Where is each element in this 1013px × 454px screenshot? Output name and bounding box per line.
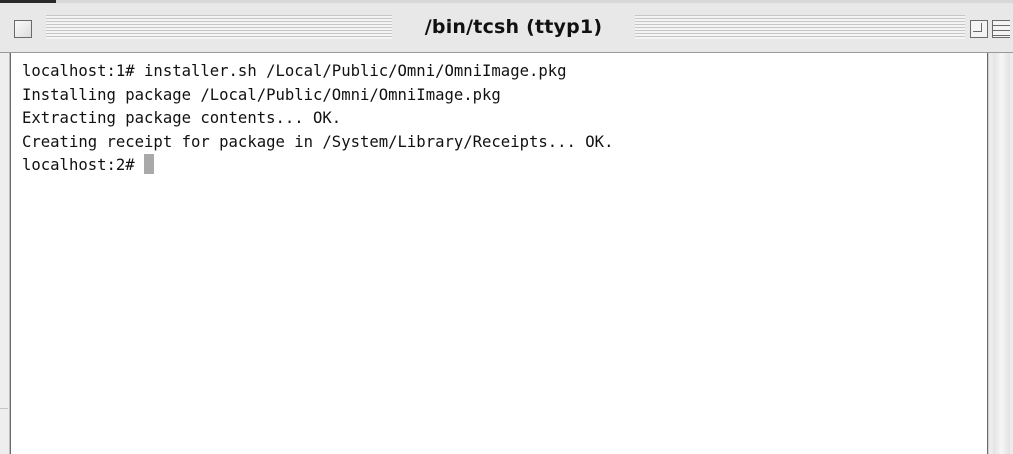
close-box-icon[interactable] — [14, 20, 32, 38]
text-cursor-block — [143, 154, 154, 174]
collapse-box-icon[interactable] — [992, 20, 1010, 38]
window-title: /bin/tcsh (ttyp1) — [392, 13, 635, 41]
title-bar-stripes-left — [46, 15, 392, 39]
terminal-prompt: localhost:2# — [22, 156, 135, 174]
terminal-line: localhost:1# installer.sh /Local/Public/… — [22, 62, 567, 80]
title-bar-stripes-right — [635, 15, 965, 39]
title-bar[interactable]: /bin/tcsh (ttyp1) — [0, 3, 1013, 53]
terminal-window: /bin/tcsh (ttyp1) localhost:1# installer… — [0, 0, 1013, 454]
terminal-line: Creating receipt for package in /System/… — [22, 132, 614, 151]
terminal-line: Installing package /Local/Public/Omni/Om… — [22, 85, 501, 104]
terminal-line: Extracting package contents... OK. — [22, 109, 342, 127]
vertical-scrollbar[interactable] — [988, 53, 1013, 454]
zoom-box-icon[interactable] — [970, 20, 988, 38]
window-left-frame — [0, 53, 10, 454]
terminal-output[interactable]: localhost:1# installer.sh /Local/Public/… — [10, 53, 988, 454]
terminal-prompt-line[interactable]: localhost:2# — [22, 154, 987, 178]
